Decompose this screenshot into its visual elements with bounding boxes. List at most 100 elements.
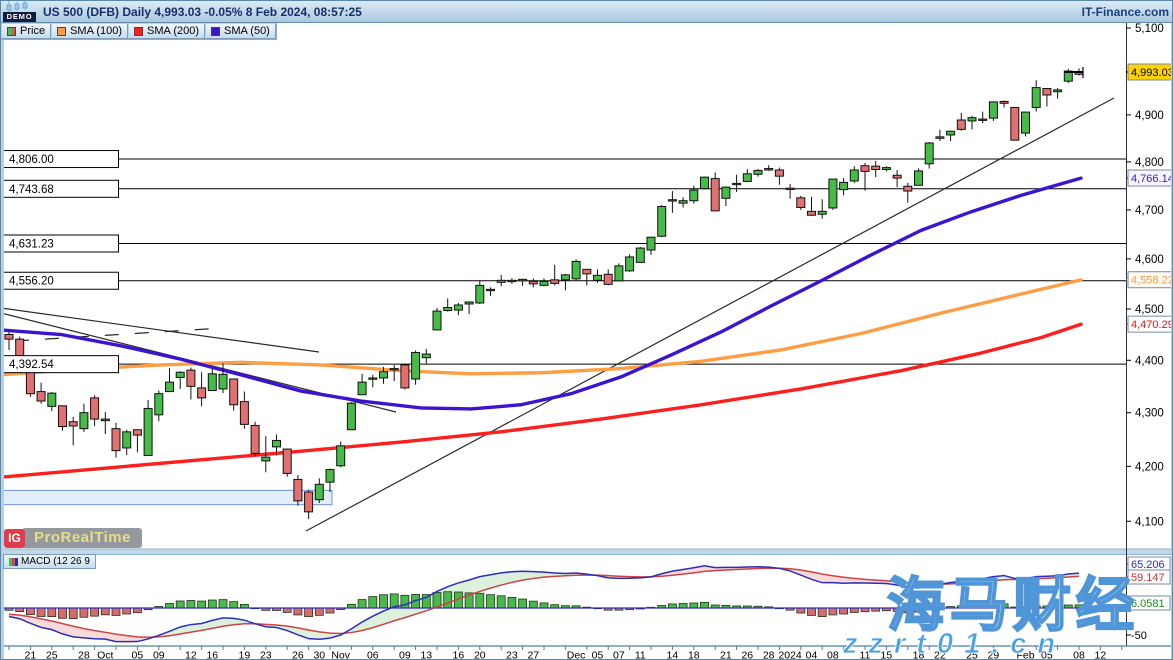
candle-down: [305, 492, 313, 512]
macd-hist-up: [701, 602, 709, 608]
support-zone-band[interactable]: [1, 490, 332, 504]
prorealtime-logo: IG ProRealTime: [4, 528, 142, 548]
macd-hist-up: [497, 596, 505, 608]
macd-hist-up: [679, 603, 687, 608]
candle-up: [208, 374, 216, 391]
candle-up: [915, 171, 923, 185]
date-axis-label: 21: [25, 650, 37, 660]
date-axis-label: 18: [688, 650, 700, 660]
macd-hist-up: [1000, 604, 1008, 608]
candle-down: [487, 289, 495, 290]
candle-down: [5, 335, 13, 340]
date-axis-label: 12: [185, 650, 197, 660]
candle-down: [872, 166, 880, 169]
macd-hist-up: [230, 602, 238, 608]
level-label-text: 4,392.54: [9, 359, 54, 371]
legend-label: SMA (50): [224, 25, 270, 37]
candle-up: [369, 378, 377, 379]
date-axis-label: 05: [132, 650, 144, 660]
candle-down: [1043, 89, 1051, 95]
candle-down: [59, 406, 67, 427]
candle-up: [743, 174, 751, 182]
date-axis-label: 11: [860, 650, 871, 660]
date-axis-label: 22: [934, 650, 946, 660]
candle-up: [979, 119, 987, 120]
legend-tab-sma200[interactable]: SMA (200): [128, 23, 205, 39]
date-axis-label: 2024: [778, 650, 802, 660]
candle-down: [198, 388, 206, 398]
candle-down: [37, 392, 45, 401]
macd-hist-up: [668, 604, 676, 608]
candle-up: [219, 374, 227, 389]
candle-up: [155, 394, 163, 415]
legend-tab-sma100[interactable]: SMA (100): [51, 23, 128, 39]
candle-down: [251, 425, 259, 453]
macd-hist-up: [208, 600, 216, 608]
price-axis-tick-label: 4,200: [1135, 461, 1164, 473]
price-axis-value-text: 4,766.14: [1131, 173, 1173, 185]
candle-down: [551, 280, 559, 284]
macd-hist-down: [112, 608, 120, 615]
chart-canvas[interactable]: 4,806.004,743.684,631.234,556.204,392.54…: [1, 1, 1173, 660]
price-axis-tick-label: 4,900: [1135, 110, 1164, 122]
macd-axis-label: 59.147: [1131, 572, 1165, 584]
prorealtime-chart-window: 4,806.004,743.684,631.234,556.204,392.54…: [0, 0, 1173, 660]
candle-down: [133, 430, 141, 435]
date-axis-label: 16: [453, 650, 465, 660]
candle-up: [48, 393, 56, 406]
date-axis-label: 08: [827, 650, 839, 660]
candle-up: [412, 353, 420, 379]
candle-down: [808, 211, 816, 215]
candle-up: [968, 118, 976, 121]
legend-tab-sma50[interactable]: SMA (50): [205, 23, 276, 39]
candle-down: [112, 429, 120, 451]
ig-logo: IG: [4, 529, 25, 548]
macd-hist-up: [176, 601, 184, 608]
date-axis-label: 29: [988, 650, 1000, 660]
date-axis-label: Dec: [567, 650, 586, 660]
candle-up: [840, 182, 848, 189]
date-axis-label: 15: [881, 650, 893, 660]
title-bar: DEMO US 500 (DFB) Daily 4,993.03 -0.05% …: [1, 1, 1173, 23]
candle-up: [497, 280, 505, 282]
candle-up: [465, 302, 473, 304]
macd-hist-down: [808, 608, 816, 615]
date-axis-label: 20: [474, 650, 486, 660]
macd-hist-down: [850, 608, 858, 613]
candle-down: [775, 170, 783, 176]
candle-up: [658, 207, 666, 237]
date-axis-label: 04: [806, 650, 818, 660]
date-axis-label: 27: [527, 650, 539, 660]
legend-tab-price[interactable]: Price: [1, 23, 51, 39]
candle-up: [829, 179, 837, 208]
macd-hist-down: [326, 608, 334, 613]
candle-down: [91, 398, 99, 419]
sma100-swatch-icon: [57, 27, 66, 36]
macd-hist-down: [818, 608, 826, 617]
candle-up: [722, 187, 730, 198]
date-axis-label: 23: [506, 650, 518, 660]
candle-up: [166, 382, 174, 391]
date-axis-label: 07: [613, 650, 625, 660]
candle-up: [1022, 112, 1030, 133]
macd-hist-down: [91, 608, 99, 616]
candle-up: [144, 408, 152, 455]
macd-hist-up: [508, 597, 516, 608]
macd-hist-up: [166, 604, 174, 608]
candle-up: [476, 285, 484, 303]
date-axis-label: 25: [46, 650, 58, 660]
candle-down: [861, 166, 869, 172]
macd-axis-label: -50: [1131, 630, 1147, 642]
level-label-text: 4,556.20: [9, 276, 54, 288]
macd-hist-up: [380, 595, 388, 608]
candle-up: [572, 261, 580, 278]
candle-down: [904, 186, 912, 191]
candle-up: [690, 190, 698, 201]
date-axis-label: 16: [206, 650, 218, 660]
candle-up: [273, 440, 281, 446]
candle-up: [818, 211, 826, 214]
macd-indicator-tab[interactable]: MACD (12 26 9: [3, 554, 96, 569]
candle-up: [636, 248, 644, 262]
macd-hist-up: [519, 599, 527, 608]
macd-hist-down: [80, 608, 88, 617]
